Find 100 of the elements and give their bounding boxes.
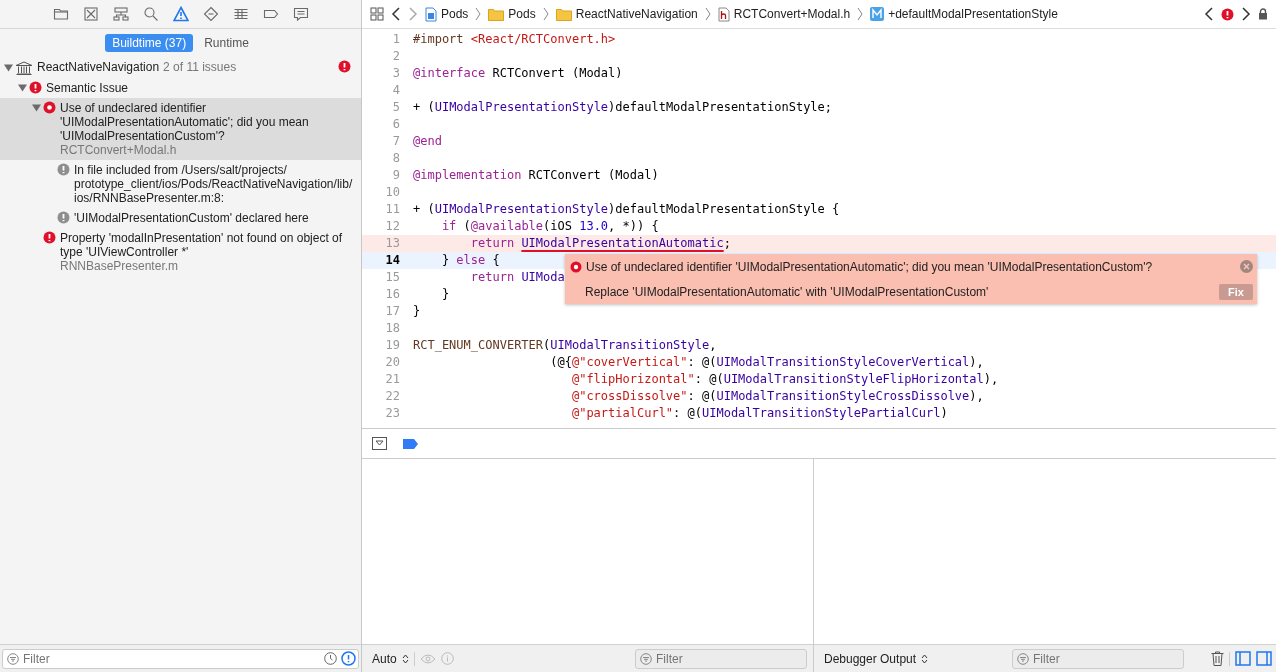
issue-count: 2 of 11 issues — [163, 60, 237, 74]
breadcrumb-item[interactable]: Pods — [425, 6, 469, 22]
separator-icon — [542, 7, 549, 21]
issue-title: 'UIModalPresentationCustom' declared here — [74, 210, 309, 225]
issue-title: ReactNativeNavigation — [37, 60, 160, 74]
scope-selector[interactable]: Auto — [372, 651, 397, 666]
issue-title: Use of undeclared identifier 'UIModalPresentationAutomatic'; did you mean 'UIModalPresentationCustom'? — [60, 100, 309, 143]
line-number: 6 — [391, 116, 401, 133]
error-icon — [570, 260, 582, 273]
note-icon — [57, 211, 70, 224]
issue-row[interactable]: 'UIModalPresentationCustom' declared here — [0, 207, 361, 228]
issue-row[interactable]: Property 'modalInPresentation' not found on object of type 'UIViewController *' RNNBasePresenter.m — [0, 227, 361, 276]
breadcrumb-item[interactable]: +defaultModalPresentationStyle — [870, 7, 1058, 21]
debug-navigator-icon[interactable] — [232, 6, 249, 22]
building-icon — [15, 60, 33, 75]
code-text: #import <React/RCTConvert.h> — [413, 31, 616, 48]
line-number: 15 — [384, 269, 401, 286]
filter-icon — [7, 652, 19, 665]
project-file-icon — [425, 6, 437, 22]
filter-field[interactable]: Filter — [2, 648, 359, 669]
right-panel-icon[interactable] — [1256, 651, 1272, 666]
output-selector[interactable]: Debugger Output — [824, 651, 917, 666]
line-number: 12 — [384, 218, 401, 235]
code-text: @end — [413, 133, 442, 150]
report-navigator-icon[interactable] — [292, 6, 309, 22]
fix-suggestion[interactable]: Replace 'UIModalPresentationAutomatic' with 'UIModalPresentationCustom' — [585, 284, 1216, 299]
issue-row[interactable]: Use of undeclared identifier 'UIModalPresentationAutomatic'; did you mean 'UIModalPresentationCustom'? RCTConvert+Modal.h — [0, 97, 361, 160]
line-number: 7 — [391, 133, 401, 150]
breadcrumb-item[interactable]: Pods — [488, 7, 536, 21]
code-text: } — [440, 286, 450, 303]
trash-icon[interactable] — [1211, 651, 1224, 666]
issue-row[interactable]: Semantic Issue — [0, 77, 361, 98]
code-text: + (UIModalPresentationStyle)defaultModalPresentationStyle; — [413, 99, 833, 116]
issue-row[interactable]: ReactNativeNavigation 2 of 11 issues — [0, 57, 361, 78]
error-badge-icon[interactable] — [1221, 7, 1234, 21]
code-text: @"partialCurl": @(UIModalTransitionStylePartialCurl) — [570, 405, 948, 422]
separator-icon — [475, 7, 482, 21]
filter-field[interactable]: Filter — [635, 648, 807, 669]
line-number: 3 — [391, 65, 401, 82]
line-number: 21 — [384, 371, 401, 388]
code-text: return UIModalPresentationAutomatic; — [469, 235, 731, 252]
line-number: 17 — [384, 303, 401, 320]
filter-field[interactable]: Filter — [1012, 648, 1184, 669]
folder-navigator-icon[interactable] — [52, 6, 69, 22]
disclosure-triangle-icon[interactable] — [18, 83, 27, 92]
updown-chevron-icon[interactable] — [921, 653, 929, 664]
error-message: Use of undeclared identifier 'UIModalPresentationAutomatic'; did you mean 'UIModalPresentationCustom'? — [586, 259, 1154, 274]
lock-icon[interactable] — [1258, 8, 1268, 20]
source-navigator-icon[interactable] — [82, 6, 99, 22]
issue-title: Semantic Issue — [46, 80, 129, 95]
line-number: 14 — [384, 252, 401, 269]
scope-tab[interactable]: Runtime — [197, 34, 256, 52]
related-items-icon[interactable] — [370, 7, 384, 21]
line-number: 11 — [384, 201, 401, 218]
separator-icon — [857, 7, 864, 21]
line-number: 10 — [384, 184, 401, 201]
folder-icon — [555, 7, 572, 21]
line-number: 1 — [391, 31, 401, 48]
line-number: 4 — [391, 82, 401, 99]
disclosure-triangle-icon[interactable] — [4, 62, 13, 72]
code-text: return UIModa — [469, 269, 565, 286]
line-number: 23 — [384, 405, 401, 422]
line-number: 9 — [391, 167, 401, 184]
error-icon — [29, 81, 42, 94]
error-icon — [43, 101, 56, 114]
line-number: 18 — [384, 320, 401, 337]
symbol-navigator-icon[interactable] — [112, 6, 129, 22]
line-number: 8 — [391, 150, 401, 167]
code-text: } — [413, 303, 421, 320]
breakpoint-icon[interactable] — [403, 438, 418, 449]
issue-title: In file included from /Users/salt/projects/prototype_client/ios/Pods/ReactNativeNavigation/lib/ios/RNNBasePresenter.m:8: — [74, 162, 353, 205]
issue-navigator-icon[interactable] — [172, 6, 189, 22]
line-number: 19 — [384, 337, 401, 354]
find-navigator-icon[interactable] — [142, 6, 159, 22]
note-icon — [57, 163, 70, 176]
code-text: } else { — [440, 252, 500, 269]
issue-title: Property 'modalInPresentation' not found on object of type 'UIViewController *' — [60, 230, 343, 259]
clock-icon[interactable] — [324, 651, 337, 665]
code-text: (@{@"coverVertical": @(UIModalTransitionStyleCoverVertical), — [549, 354, 984, 371]
breadcrumb-item[interactable]: ReactNativeNavigation — [555, 7, 698, 21]
line-number: 2 — [391, 48, 401, 65]
issue-row[interactable]: In file included from /Users/salt/projects/prototype_client/ios/Pods/ReactNativeNavigation/lib/ios/RNNBasePresenter.m:8: — [0, 159, 361, 208]
filter-icon — [1017, 652, 1029, 665]
updown-chevron-icon[interactable] — [401, 653, 409, 664]
back-icon[interactable] — [391, 7, 401, 21]
left-panel-icon[interactable] — [1235, 651, 1251, 666]
file-name: RNNBasePresenter.m — [60, 258, 180, 273]
issue-filter-icon[interactable] — [341, 650, 356, 666]
file-name: RCTConvert+Modal.h — [60, 142, 178, 157]
code-text: @"crossDissolve": @(UIModalTransitionStyleCrossDissolve), — [570, 388, 984, 405]
breadcrumb-item[interactable]: RCTConvert+Modal.h — [717, 6, 851, 22]
test-navigator-icon[interactable] — [202, 6, 219, 22]
error-icon — [43, 231, 56, 244]
hide-debug-area-icon[interactable] — [372, 437, 387, 450]
filter-icon — [640, 652, 652, 665]
disclosure-triangle-icon[interactable] — [32, 103, 41, 112]
previous-issue-icon[interactable] — [1204, 7, 1214, 21]
next-issue-icon[interactable] — [1241, 7, 1251, 21]
code-text: RCT_ENUM_CONVERTER(UIModalTransitionStyle, — [413, 337, 717, 354]
code-text: if (@available(iOS 13.0, *)) { — [440, 218, 659, 235]
